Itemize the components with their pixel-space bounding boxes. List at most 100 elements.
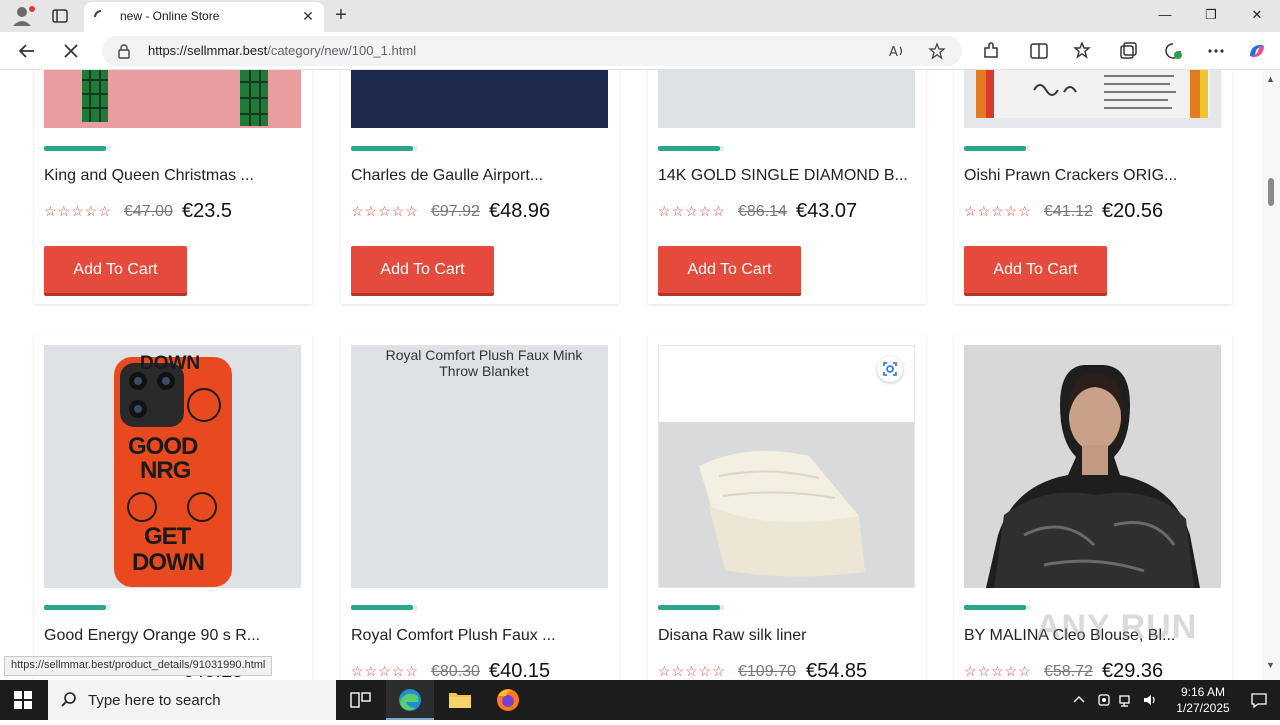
sale-price: €20.56 — [1102, 200, 1164, 222]
product-card: DOWN GOOD NRG GET DOWN Good Energy Orang… — [34, 335, 312, 680]
firefox-icon[interactable] — [484, 680, 532, 720]
rating-stars: ☆☆☆☆☆ — [351, 203, 419, 219]
rating-bar — [44, 146, 110, 151]
product-image[interactable] — [658, 70, 915, 128]
search-icon — [60, 691, 78, 709]
rating-bar — [658, 605, 724, 610]
volume-icon[interactable] — [1142, 692, 1158, 708]
product-image[interactable] — [658, 345, 915, 588]
task-view-icon[interactable] — [336, 680, 384, 720]
sale-price: €54.85 — [806, 660, 868, 680]
close-tab-icon[interactable]: ✕ — [300, 8, 316, 24]
status-url-tooltip: https://sellmmar.best/product_details/91… — [4, 656, 273, 676]
browser-toolbar: https://sellmmar.best/category/new/100_1… — [0, 32, 1280, 70]
product-name[interactable]: Disana Raw silk liner — [658, 627, 807, 645]
phone-case-text: GET — [144, 523, 191, 550]
page-scrollbar[interactable]: ▲ ▼ — [1262, 70, 1280, 680]
rating-bar — [964, 146, 1030, 151]
chevron-up-icon[interactable] — [1072, 692, 1086, 706]
windows-start-icon[interactable] — [14, 691, 32, 709]
scroll-up-icon[interactable]: ▲ — [1266, 74, 1275, 84]
product-image[interactable]: DOWN GOOD NRG GET DOWN — [44, 345, 301, 588]
product-card: Disana Raw silk liner ☆☆☆☆☆ €109.70 €54.… — [648, 335, 926, 680]
page-content: King and Queen Christmas ... ☆☆☆☆☆ €47.0… — [0, 70, 1262, 680]
tab-actions-icon[interactable] — [50, 6, 70, 26]
add-to-cart-button[interactable]: Add To Cart — [658, 246, 801, 296]
sale-price: €43.07 — [796, 200, 858, 222]
settings-more-icon[interactable] — [1205, 40, 1227, 62]
read-aloud-icon[interactable]: A — [888, 42, 906, 60]
taskbar-search-box[interactable]: Type here to search — [48, 680, 336, 720]
product-card: Charles de Gaulle Airport... ☆☆☆☆☆ €97.9… — [341, 70, 619, 304]
svg-text:A: A — [889, 45, 898, 60]
url-text[interactable]: https://sellmmar.best/category/new/100_1… — [148, 43, 416, 58]
rating-bar — [351, 146, 417, 151]
product-name[interactable]: Royal Comfort Plush Faux ... — [351, 627, 556, 645]
product-image[interactable] — [351, 70, 608, 128]
favorites-icon[interactable] — [1072, 40, 1094, 62]
stop-loading-icon[interactable] — [60, 40, 82, 62]
old-price: €47.00 — [124, 203, 173, 220]
rating-stars: ☆☆☆☆☆ — [964, 203, 1032, 219]
old-price: €97.92 — [431, 203, 480, 220]
scroll-down-icon[interactable]: ▼ — [1266, 660, 1275, 670]
lock-icon[interactable] — [116, 43, 132, 59]
product-image[interactable] — [44, 70, 301, 128]
tab-online-store[interactable]: new - Online Store ✕ — [84, 2, 324, 32]
old-price: €41.12 — [1044, 203, 1093, 220]
visual-search-icon[interactable] — [877, 356, 903, 382]
rating-stars: ☆☆☆☆☆ — [658, 663, 726, 679]
split-screen-icon[interactable] — [1028, 40, 1050, 62]
network-icon[interactable] — [1118, 692, 1134, 708]
product-card: Royal Comfort Plush Faux Mink Throw Blan… — [341, 335, 619, 680]
product-name[interactable]: Charles de Gaulle Airport... — [351, 167, 543, 185]
add-to-cart-button[interactable]: Add To Cart — [44, 246, 187, 296]
product-name[interactable]: King and Queen Christmas ... — [44, 167, 254, 185]
old-price: €109.70 — [738, 663, 796, 680]
browser-tab-strip: new - Online Store ✕ + — ❐ ✕ — [0, 0, 1280, 32]
browser-essentials-icon[interactable] — [1162, 40, 1184, 62]
rating-stars: ☆☆☆☆☆ — [44, 203, 112, 219]
product-image[interactable] — [964, 345, 1221, 588]
rating-bar — [964, 605, 1030, 610]
edge-browser-icon[interactable] — [386, 680, 434, 720]
address-bar[interactable]: https://sellmmar.best/category/new/100_1… — [102, 36, 962, 66]
scrollbar-thumb[interactable] — [1268, 178, 1274, 206]
product-card: Oishi Prawn Crackers ORIG... ☆☆☆☆☆ €41.1… — [954, 70, 1232, 304]
phone-case-text: NRG — [140, 457, 191, 484]
sale-price: €40.15 — [489, 660, 551, 680]
search-placeholder: Type here to search — [88, 692, 221, 709]
favorite-star-icon[interactable] — [928, 42, 946, 60]
minimize-button[interactable]: — — [1150, 4, 1180, 26]
sale-price: €23.5 — [182, 200, 233, 222]
old-price: €58.72 — [1044, 663, 1093, 680]
notifications-icon[interactable] — [1250, 691, 1268, 709]
file-explorer-icon[interactable] — [436, 680, 484, 720]
taskbar-clock[interactable]: 9:16 AM 1/27/2025 — [1164, 684, 1242, 716]
old-price: €86.14 — [738, 203, 787, 220]
profile-icon[interactable] — [8, 4, 36, 28]
new-tab-button[interactable]: + — [330, 4, 352, 26]
watermark: ANY RUN — [1036, 608, 1198, 646]
back-icon[interactable] — [16, 40, 38, 62]
product-name[interactable]: Oishi Prawn Crackers ORIG... — [964, 167, 1177, 185]
sale-price: €29.36 — [1102, 660, 1164, 680]
product-name[interactable]: Good Energy Orange 90 s R... — [44, 627, 260, 645]
restore-button[interactable]: ❐ — [1196, 4, 1226, 26]
system-tray: 9:16 AM 1/27/2025 — [1066, 680, 1280, 720]
security-icon[interactable] — [1096, 692, 1112, 708]
windows-taskbar: Type here to search 9:16 AM 1/27/2025 — [0, 680, 1280, 720]
loading-spinner-icon — [94, 10, 108, 24]
close-window-button[interactable]: ✕ — [1242, 4, 1272, 26]
extensions-icon[interactable] — [980, 40, 1002, 62]
product-image[interactable]: Royal Comfort Plush Faux Mink Throw Blan… — [351, 345, 608, 588]
product-name[interactable]: 14K GOLD SINGLE DIAMOND B... — [658, 167, 908, 185]
clock-date: 1/27/2025 — [1176, 701, 1230, 715]
copilot-icon[interactable] — [1246, 40, 1268, 62]
rating-bar — [658, 146, 724, 151]
add-to-cart-button[interactable]: Add To Cart — [964, 246, 1107, 296]
collections-icon[interactable] — [1117, 40, 1139, 62]
product-image[interactable] — [964, 70, 1221, 128]
add-to-cart-button[interactable]: Add To Cart — [351, 246, 494, 296]
sale-price: €48.96 — [489, 200, 551, 222]
